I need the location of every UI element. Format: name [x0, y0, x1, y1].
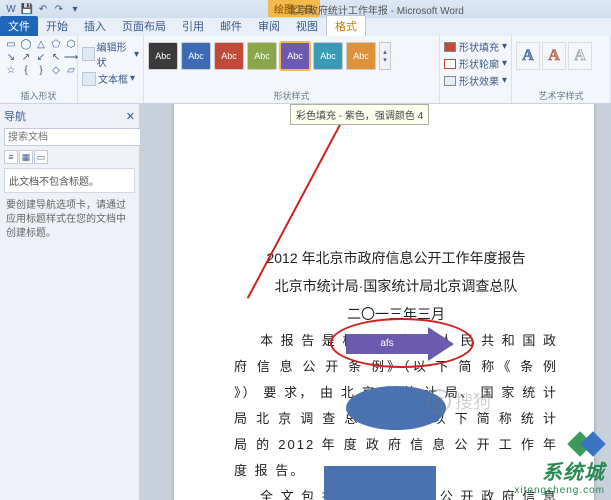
- ribbon-group-shape-fx: 形状填充▾ 形状轮廓▾ 形状效果▾: [440, 36, 512, 103]
- tab-references[interactable]: 引用: [174, 16, 212, 36]
- doc-title-line2: 北京市统计局·国家统计局北京调查总队: [234, 272, 558, 300]
- shape-fill-button[interactable]: 形状填充▾: [444, 38, 507, 55]
- ribbon-tabs: 文件 开始 插入 页面布局 引用 邮件 审阅 视图 格式: [0, 18, 611, 36]
- shape-diamond-icon[interactable]: ◇: [49, 64, 63, 76]
- undo-icon[interactable]: ↶: [36, 2, 50, 16]
- doc-title-line1: 2012 年北京市政府信息公开工作年度报告: [234, 244, 558, 272]
- edit-shape-icon: [82, 47, 95, 61]
- textbox-icon: [82, 72, 96, 86]
- file-tab[interactable]: 文件: [0, 16, 38, 36]
- nav-search: 🔍: [4, 128, 135, 146]
- qat-more-icon[interactable]: ▾: [68, 2, 82, 16]
- inserted-rect-shape[interactable]: [324, 466, 436, 500]
- shape-rect-icon[interactable]: ▭: [4, 38, 18, 50]
- group-label-styles: 形状样式: [148, 89, 435, 103]
- arrow-head: [428, 327, 454, 361]
- navigation-pane: 导航 ✕ 🔍 ≡ ▦ ▭ 此文档不包含标题。 要创建导航选项卡，请通过应用标题样…: [0, 104, 140, 500]
- gallery-more-button[interactable]: ▴▾: [379, 42, 391, 70]
- wordart-style-1[interactable]: A: [516, 42, 540, 70]
- ribbon-group-edit-shape: 编辑形状▾ 文本框▾: [78, 36, 144, 103]
- tab-layout[interactable]: 页面布局: [114, 16, 174, 36]
- outline-swatch-icon: [444, 59, 456, 69]
- shape-arr3-icon[interactable]: ↙: [34, 51, 48, 63]
- window-title: 北京政府统计工作年报 - Microsoft Word: [288, 2, 464, 17]
- style-swatch-3[interactable]: Abc: [214, 42, 244, 70]
- shape-oval-icon[interactable]: ◯: [19, 38, 33, 50]
- document-area[interactable]: 2012 年北京市政府信息公开工作年度报告 北京市统计局·国家统计局北京调查总队…: [140, 104, 611, 500]
- shape-hex-icon[interactable]: ⬡: [64, 38, 78, 50]
- nav-close-icon[interactable]: ✕: [126, 110, 135, 123]
- spacer: [82, 92, 139, 103]
- shape-para-icon[interactable]: ▱: [64, 64, 78, 76]
- effects-icon: [444, 76, 456, 86]
- save-icon[interactable]: 💾: [20, 2, 34, 16]
- style-swatch-5[interactable]: Abc: [280, 42, 310, 70]
- tab-mailings[interactable]: 邮件: [212, 16, 250, 36]
- group-label-shapes: 插入形状: [4, 89, 73, 103]
- nav-empty-message: 此文档不包含标题。: [4, 168, 135, 193]
- word-icon: W: [4, 2, 18, 16]
- style-swatch-2[interactable]: Abc: [181, 42, 211, 70]
- edit-shape-button[interactable]: 编辑形状▾: [82, 38, 139, 70]
- shape-outline-button[interactable]: 形状轮廓▾: [444, 55, 507, 72]
- style-swatch-1[interactable]: Abc: [148, 42, 178, 70]
- tab-format[interactable]: 格式: [326, 15, 366, 36]
- nav-tab-headings[interactable]: ≡: [4, 150, 18, 164]
- page[interactable]: 2012 年北京市政府信息公开工作年度报告 北京市统计局·国家统计局北京调查总队…: [174, 104, 594, 500]
- ribbon-group-wordart: A A A 艺术字样式: [512, 36, 611, 103]
- shape-arr5-icon[interactable]: ⟶: [64, 51, 78, 63]
- quick-access-toolbar: W 💾 ↶ ↷ ▾: [4, 2, 82, 16]
- shape-arr1-icon[interactable]: ↘: [4, 51, 18, 63]
- nav-tabstrip: ≡ ▦ ▭: [4, 150, 135, 164]
- group-label-wordart: 艺术字样式: [516, 89, 606, 103]
- spacer2: [444, 92, 507, 103]
- fill-swatch-icon: [444, 42, 456, 52]
- style-tooltip: 彩色填充 - 紫色，强调颜色 4: [290, 104, 429, 125]
- wordart-style-3[interactable]: A: [568, 42, 592, 70]
- wordart-style-2[interactable]: A: [542, 42, 566, 70]
- inserted-arrow-shape[interactable]: afs: [346, 327, 456, 361]
- shape-arr4-icon[interactable]: ↖: [49, 51, 63, 63]
- tab-insert[interactable]: 插入: [76, 16, 114, 36]
- nav-tab-results[interactable]: ▭: [34, 150, 48, 164]
- tab-review[interactable]: 审阅: [250, 16, 288, 36]
- ribbon: ▭ ◯ △ ⬠ ⬡ ↘ ↗ ↙ ↖ ⟶ ☆ { } ◇ ▱ 插入形状 编辑形状▾…: [0, 36, 611, 104]
- redo-icon[interactable]: ↷: [52, 2, 66, 16]
- shape-style-gallery: Abc Abc Abc Abc Abc Abc Abc ▴▾: [148, 38, 435, 89]
- style-swatch-7[interactable]: Abc: [346, 42, 376, 70]
- shape-star-icon[interactable]: ☆: [4, 64, 18, 76]
- shape-pent-icon[interactable]: ⬠: [49, 38, 63, 50]
- nav-hint: 要创建导航选项卡，请通过应用标题样式在您的文档中创建标题。: [4, 197, 135, 243]
- ribbon-group-shape-styles: Abc Abc Abc Abc Abc Abc Abc ▴▾ 形状样式: [144, 36, 440, 103]
- ribbon-group-insert-shapes: ▭ ◯ △ ⬠ ⬡ ↘ ↗ ↙ ↖ ⟶ ☆ { } ◇ ▱ 插入形状: [0, 36, 78, 103]
- search-input[interactable]: [4, 128, 144, 146]
- inserted-oval-shape[interactable]: [346, 386, 446, 430]
- shape-effects-button[interactable]: 形状效果▾: [444, 72, 507, 89]
- arrow-label: afs: [346, 334, 428, 354]
- textbox-button[interactable]: 文本框▾: [82, 70, 139, 87]
- shape-brace1-icon[interactable]: {: [19, 64, 33, 76]
- doc-title-line3: 二〇一三年三月: [234, 300, 558, 328]
- nav-tab-pages[interactable]: ▦: [19, 150, 33, 164]
- style-swatch-6[interactable]: Abc: [313, 42, 343, 70]
- tab-view[interactable]: 视图: [288, 16, 326, 36]
- style-swatch-4[interactable]: Abc: [247, 42, 277, 70]
- nav-title: 导航: [4, 108, 26, 124]
- shape-tri-icon[interactable]: △: [34, 38, 48, 50]
- shape-arr2-icon[interactable]: ↗: [19, 51, 33, 63]
- shape-brace2-icon[interactable]: }: [34, 64, 48, 76]
- tab-home[interactable]: 开始: [38, 16, 76, 36]
